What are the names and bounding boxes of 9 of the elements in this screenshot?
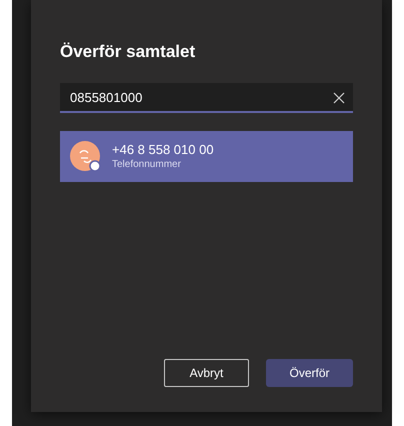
contact-type: Telefonnummer	[112, 158, 182, 171]
phone-number: +46 8 558 010 00	[112, 142, 214, 158]
search-field[interactable]: 0855801000	[60, 83, 353, 113]
clear-icon[interactable]	[333, 92, 345, 104]
transfer-button[interactable]: Överför	[266, 359, 353, 387]
dialog-title: Överför samtalet	[60, 41, 196, 63]
phone-avatar-icon	[70, 140, 102, 172]
cancel-button[interactable]: Avbryt	[164, 359, 249, 387]
contact-result[interactable]: +46 8 558 010 00 Telefonnummer	[60, 131, 353, 182]
